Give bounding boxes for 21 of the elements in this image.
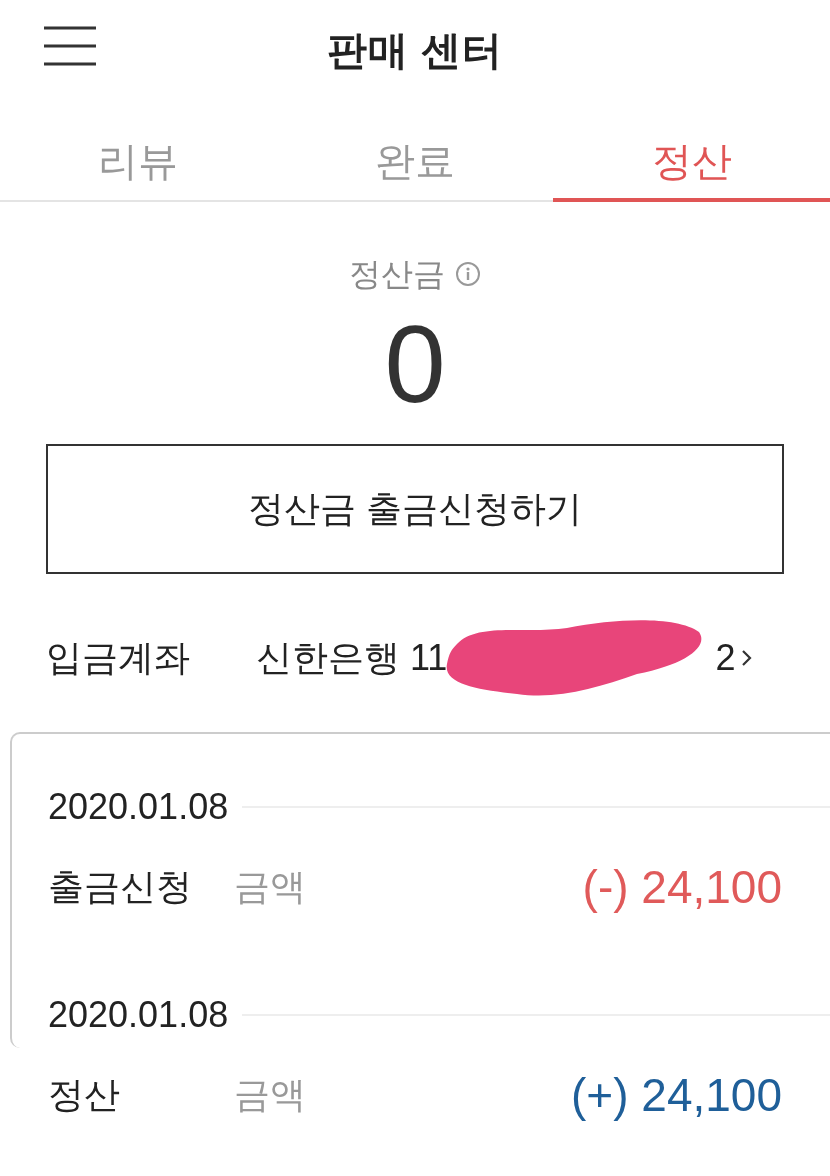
account-number: 2 — [715, 636, 736, 680]
balance-amount: 0 — [384, 304, 446, 424]
amount-label: 금액 — [234, 865, 306, 909]
transaction-date: 2020.01.08 — [48, 993, 229, 1037]
balance-label: 정산금 — [349, 255, 445, 294]
tab[interactable]: 정산 — [553, 124, 830, 202]
withdraw-button[interactable]: 정산금 출금신청하기 — [46, 444, 784, 574]
tab[interactable]: 완료 — [276, 124, 554, 202]
transaction-type: 출금신청 — [48, 865, 193, 909]
transaction-date: 2020.01.08 — [48, 785, 229, 829]
menu-icon[interactable] — [44, 26, 96, 66]
account-number: 신한은행 11 — [256, 636, 448, 680]
chevron-right-icon[interactable] — [741, 648, 754, 668]
account-label: 입금계좌 — [46, 636, 191, 680]
transaction-type: 정산 — [48, 1073, 121, 1117]
transaction-amount: (-) 24,100 — [582, 859, 782, 915]
info-icon[interactable] — [455, 261, 481, 287]
amount-label: 금액 — [234, 1073, 306, 1117]
page-title: 판매 센터 — [326, 27, 504, 74]
tab[interactable]: 리뷰 — [0, 124, 277, 202]
transaction-amount: (+) 24,100 — [571, 1067, 782, 1123]
